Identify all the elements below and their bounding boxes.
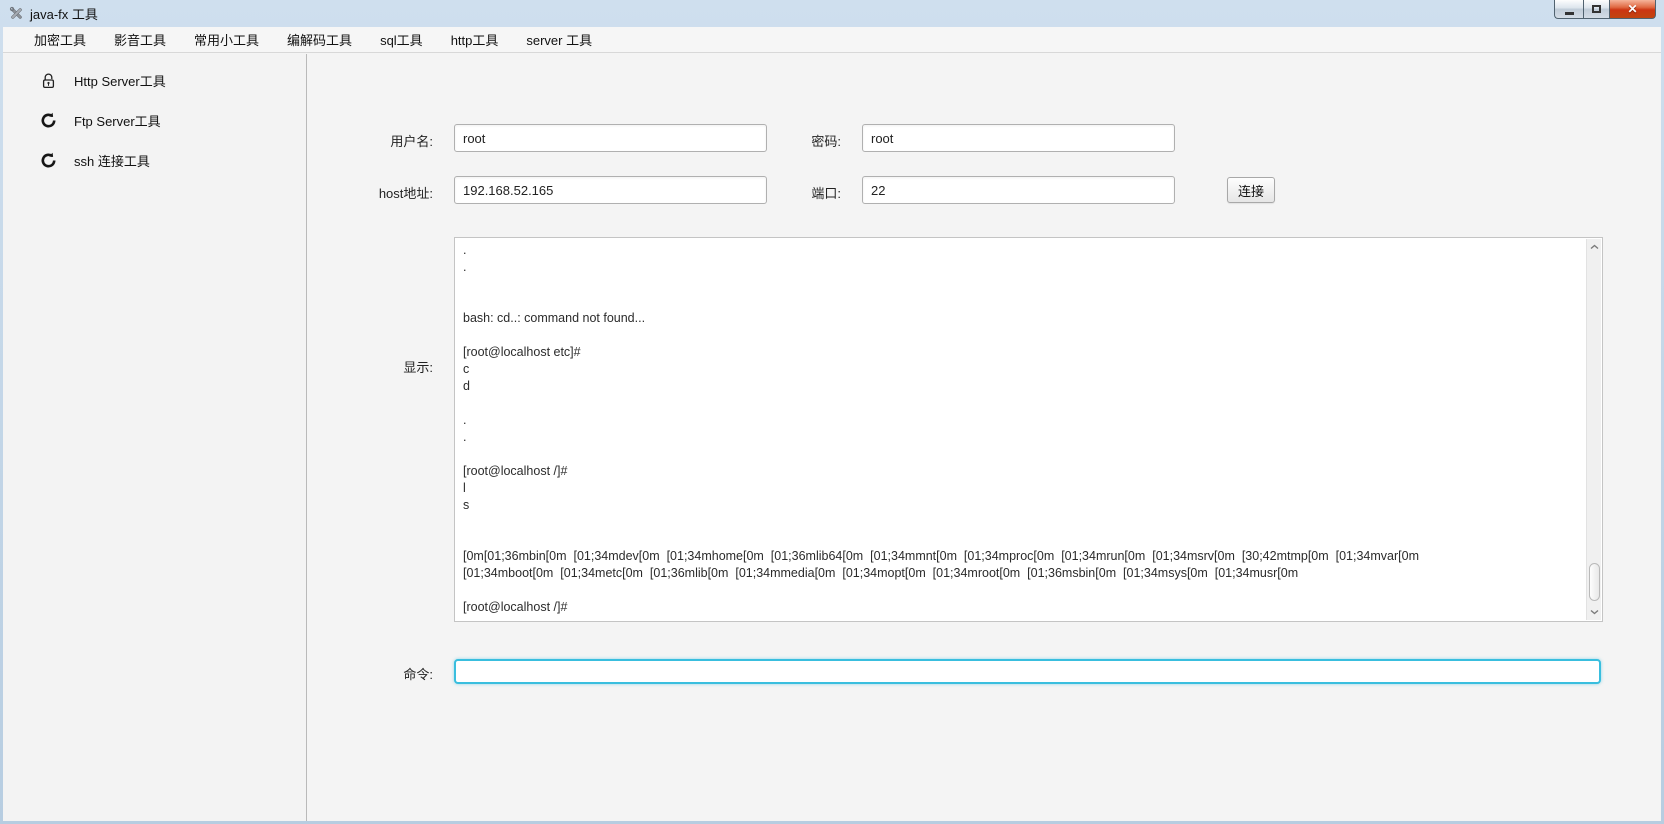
connect-button[interactable]: 连接 [1227, 177, 1275, 203]
command-input[interactable] [454, 659, 1601, 684]
username-input[interactable] [454, 124, 767, 152]
host-input[interactable] [454, 176, 767, 204]
menu-item-sql-tools[interactable]: sql工具 [366, 27, 437, 53]
scroll-down-icon[interactable] [1587, 604, 1602, 620]
menu-item-server-tools[interactable]: server 工具 [512, 27, 606, 53]
app-window: java-fx 工具 ✕ 加密工具 影音工具 常用小工具 编解码工具 sql工具… [0, 0, 1664, 824]
minimize-icon [1565, 12, 1574, 15]
lock-icon [40, 72, 57, 89]
app-content: 加密工具 影音工具 常用小工具 编解码工具 sql工具 http工具 serve… [3, 27, 1661, 821]
main-panel: 用户名: 密码: host地址: 端口: 连接 显示: . . bash: cd… [307, 54, 1661, 821]
sync-icon [40, 112, 57, 129]
close-icon: ✕ [1627, 2, 1637, 16]
command-label: 命令: [323, 664, 433, 683]
window-title: java-fx 工具 [30, 4, 98, 23]
sidebar-item-label: Ftp Server工具 [74, 111, 161, 130]
username-label: 用户名: [323, 131, 433, 150]
port-label: 端口: [731, 183, 841, 202]
app-tools-icon [9, 6, 24, 21]
menu-item-codec-tools[interactable]: 编解码工具 [273, 27, 366, 53]
maximize-icon [1592, 5, 1601, 13]
menu-item-encrypt-tools[interactable]: 加密工具 [20, 27, 100, 53]
terminal-output-area[interactable]: . . bash: cd..: command not found... [ro… [454, 237, 1603, 622]
sidebar-item-label: ssh 连接工具 [74, 151, 150, 170]
sidebar-item-label: Http Server工具 [74, 71, 166, 90]
sidebar-item-ftp-server[interactable]: Ftp Server工具 [3, 100, 306, 140]
sidebar-item-http-server[interactable]: Http Server工具 [3, 60, 306, 100]
sync-icon [40, 152, 57, 169]
window-controls: ✕ [1554, 0, 1656, 19]
host-label: host地址: [323, 183, 433, 202]
sidebar-item-ssh-connect[interactable]: ssh 连接工具 [3, 140, 306, 180]
sidebar: Http Server工具 Ftp Server工具 [3, 54, 307, 821]
close-button[interactable]: ✕ [1610, 0, 1656, 19]
minimize-button[interactable] [1554, 0, 1583, 19]
password-input[interactable] [862, 124, 1175, 152]
title-bar: java-fx 工具 ✕ [0, 0, 1664, 27]
scroll-up-icon[interactable] [1587, 239, 1602, 255]
scrollbar-thumb[interactable] [1589, 563, 1600, 601]
port-input[interactable] [862, 176, 1175, 204]
vertical-scrollbar[interactable] [1586, 239, 1601, 620]
menu-item-media-tools[interactable]: 影音工具 [100, 27, 180, 53]
menu-item-http-tools[interactable]: http工具 [437, 27, 513, 53]
terminal-output-text: . . bash: cd..: command not found... [ro… [455, 238, 1586, 621]
password-label: 密码: [731, 131, 841, 150]
maximize-button[interactable] [1583, 0, 1610, 19]
menu-item-common-tools[interactable]: 常用小工具 [180, 27, 273, 53]
display-label: 显示: [323, 357, 433, 376]
menu-bar: 加密工具 影音工具 常用小工具 编解码工具 sql工具 http工具 serve… [3, 27, 1661, 53]
